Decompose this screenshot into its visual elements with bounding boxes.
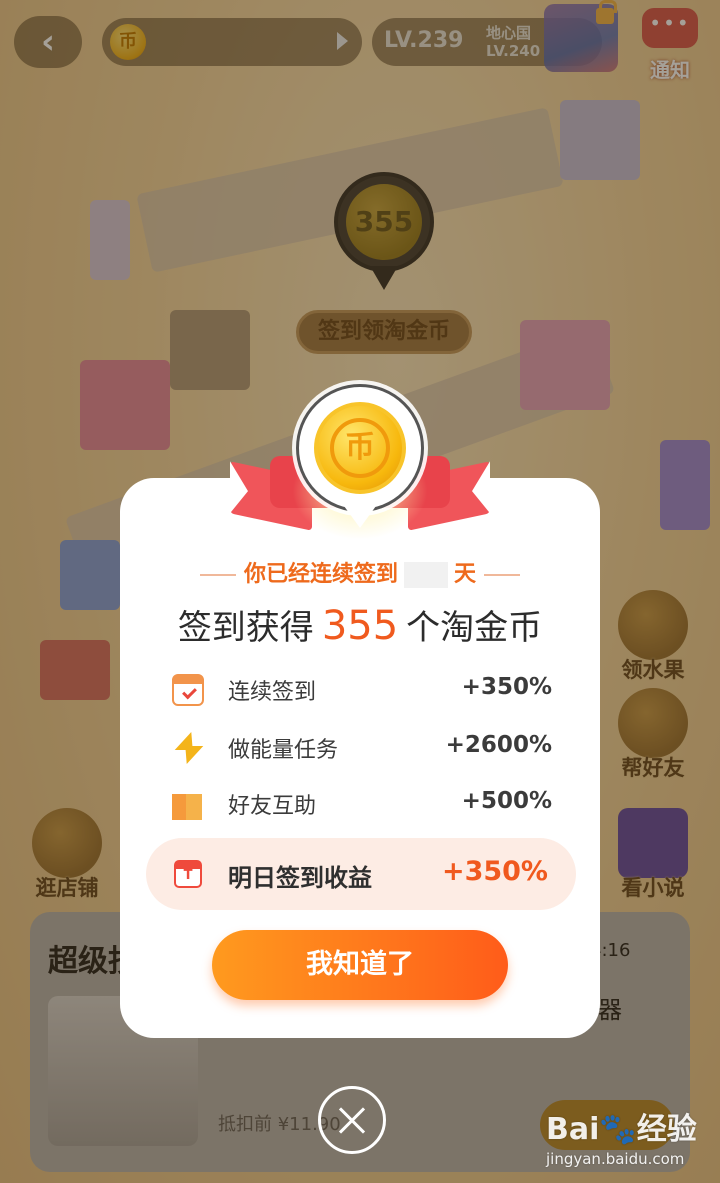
watermark-site: jingyan.baidu.com (546, 1150, 685, 1168)
tomorrow-label: 明日签到收益 (228, 864, 372, 892)
got-it-button[interactable]: 我知道了 (212, 930, 508, 1000)
streak-suffix: 天 (454, 562, 477, 587)
coin-symbol: 币 (330, 418, 390, 478)
bonus-row-energy: 做能量任务 +2600% (172, 730, 552, 770)
lightning-icon (172, 732, 204, 764)
baidu-watermark: Bai🐾经验 jingyan.baidu.com (546, 1104, 716, 1174)
friends-icon (172, 788, 204, 820)
bonus-row-streak: 连续签到 +350% (172, 672, 552, 712)
tomorrow-value: +350% (441, 856, 548, 887)
gold-coin-icon: 币 (314, 402, 406, 494)
reward-title: 签到获得 355 个淘金币 (177, 603, 543, 649)
streak-days-redacted (404, 562, 448, 588)
reward-amount: 355 (321, 603, 399, 649)
streak-prefix: 你已经连续签到 (243, 562, 398, 587)
bonus-row-friends: 好友互助 +500% (172, 786, 552, 826)
close-icon[interactable] (318, 1086, 386, 1154)
medal-pointer (344, 506, 376, 528)
streak-text: 你已经连续签到 天 (120, 556, 600, 588)
calendar-icon (174, 860, 202, 888)
tomorrow-bonus-box: 明日签到收益 +350% (146, 838, 576, 910)
watermark-brand: Bai🐾经验 (546, 1112, 697, 1147)
calendar-check-icon (172, 674, 204, 706)
